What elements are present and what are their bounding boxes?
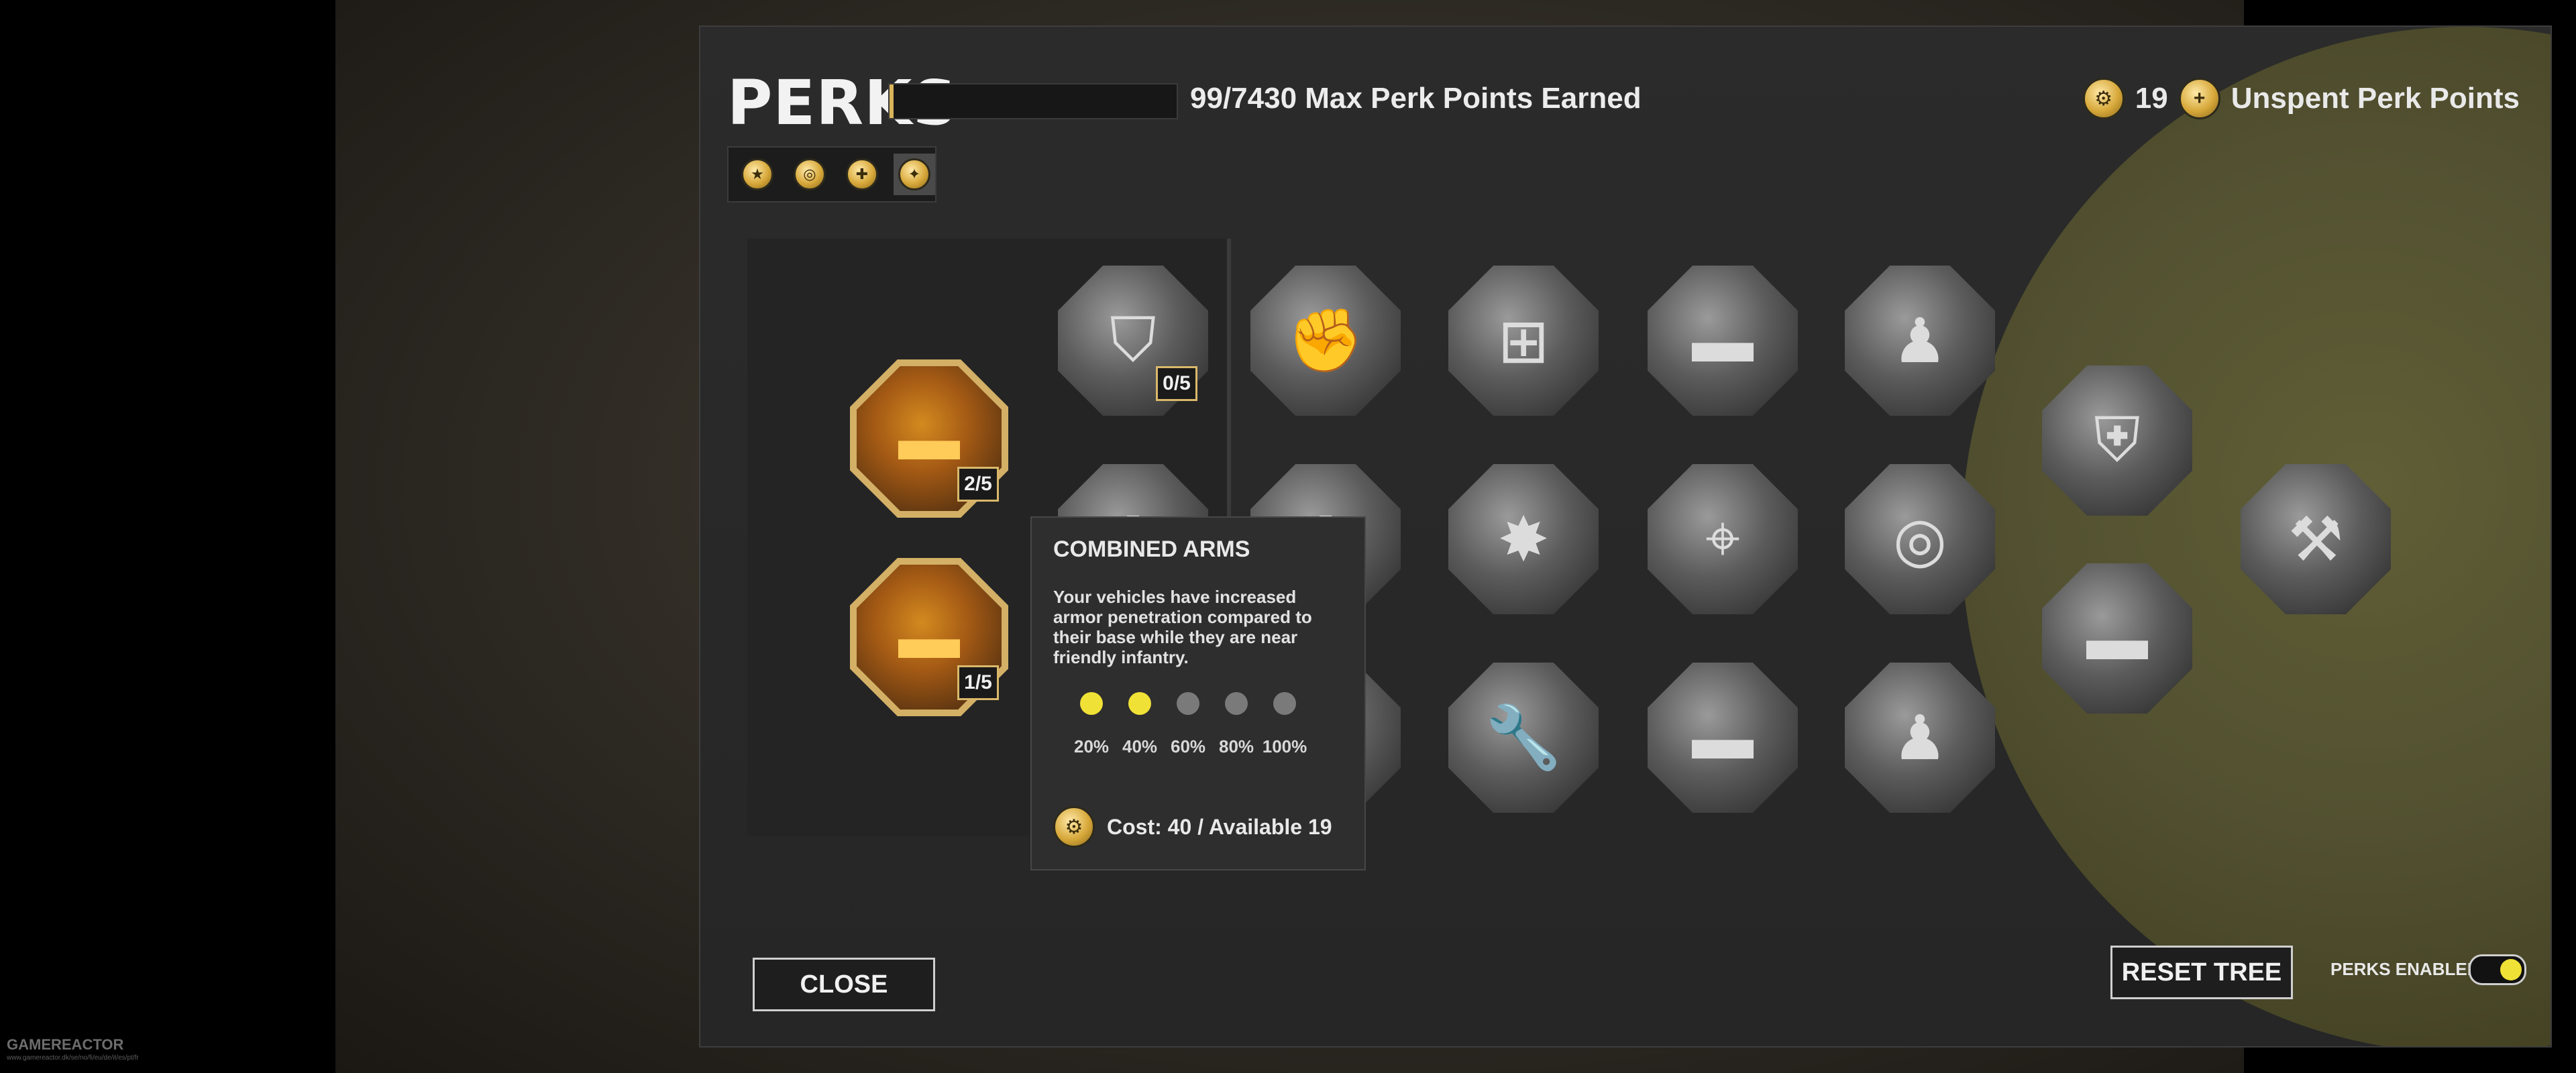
perk-progress-text: 99/7430 Max Perk Points Earned <box>1190 82 1642 115</box>
perks-panel: PERKS 99/7430 Max Perk Points Earned ⚙ 1… <box>699 25 2552 1048</box>
perk-levels: 20% 40% 60% 80% 100% <box>1074 692 1307 757</box>
tank-crosshair-icon[interactable]: ▬ <box>1648 663 1798 813</box>
perk-level-3: 60% <box>1171 692 1205 757</box>
unspent-coin-icon: + <box>2178 78 2220 119</box>
level-dot-empty <box>1177 692 1199 715</box>
perk-level-4: 80% <box>1219 692 1254 757</box>
perk-point-coin-icon: ⚙ <box>2082 78 2125 119</box>
level-label: 80% <box>1218 736 1254 756</box>
explosion-tank-icon[interactable]: ✸ <box>1448 464 1599 614</box>
watermark-url: www.gamereactor.dk/se/no/fi/eu/de/it/es/… <box>7 1054 139 1062</box>
perk-level-2: 40% <box>1122 692 1157 757</box>
perk-progress-fill <box>890 84 894 118</box>
tooltip-description: Your vehicles have increased armor penet… <box>1053 587 1312 667</box>
perk-category-tabs: ★ ◎ ✚ ✦ <box>727 146 936 203</box>
soldier-clock-icon[interactable]: ♟ <box>1845 663 1995 813</box>
perks-enabled-label: PERKS ENABLED <box>2330 959 2480 979</box>
cost-coin-icon: ⚙ <box>1053 806 1095 848</box>
perk-level-5: 100% <box>1263 692 1307 757</box>
gold-star-medal-icon: ★ <box>741 158 773 190</box>
tooltip-cost: ⚙ Cost: 40 / Available 19 <box>1053 806 1332 848</box>
perk-rank-badge: 0/5 <box>1156 366 1197 401</box>
level-label: 100% <box>1262 736 1307 756</box>
level-dot-empty <box>1225 692 1248 715</box>
perks-enabled-toggle[interactable] <box>2469 954 2526 985</box>
reset-tree-button[interactable]: RESET TREE <box>2110 946 2293 999</box>
perk-rank-badge: 1/5 <box>957 665 999 700</box>
perk-tab-1[interactable]: ★ <box>737 154 778 195</box>
fist-plus-icon[interactable]: ✊ <box>1250 266 1401 416</box>
toggle-knob <box>2500 959 2522 980</box>
cost-text: Cost: 40 / Available 19 <box>1107 814 1332 839</box>
perk-rank-badge: 2/5 <box>957 467 999 502</box>
gold-emblem-medal-icon: ✦ <box>898 158 930 190</box>
level-label: 40% <box>1122 736 1158 756</box>
watermark: GAMEREACTOR www.gamereactor.dk/se/no/fi/… <box>7 1036 139 1065</box>
tank-up-area-icon[interactable]: ▬ <box>2042 563 2192 714</box>
watermark-brand: GAMEREACTOR <box>7 1036 124 1053</box>
close-button[interactable]: CLOSE <box>753 958 935 1011</box>
unspent-label: Unspent Perk Points <box>2231 82 2520 115</box>
level-label: 20% <box>1073 736 1110 756</box>
level-dot-filled <box>1128 692 1151 715</box>
tooltip-title: COMBINED ARMS <box>1053 536 1250 562</box>
perk-points-value: 19 <box>2135 82 2168 115</box>
perk-tab-3[interactable]: ✚ <box>841 154 883 195</box>
soldier-crosshair-icon[interactable]: ⌖ <box>1648 464 1798 614</box>
perk-tooltip: COMBINED ARMS Your vehicles have increas… <box>1030 516 1366 870</box>
level-label: 60% <box>1170 736 1206 756</box>
perk-progress-bar <box>888 83 1178 119</box>
crosshair-speed-up-icon[interactable]: ◎ <box>1845 464 1995 614</box>
soldier-up-icon[interactable]: ♟ <box>1845 266 1995 416</box>
game-background: PERKS 99/7430 Max Perk Points Earned ⚙ 1… <box>335 0 2552 1073</box>
perk-tab-2[interactable]: ◎ <box>789 154 830 195</box>
wrench-shield-icon[interactable]: 🔧 <box>1448 663 1599 813</box>
perk-tab-4[interactable]: ✦ <box>894 154 935 195</box>
medkit-crate-down-icon[interactable]: ⊞ <box>1448 266 1599 416</box>
tank-speed-icon[interactable]: ▬ <box>1648 266 1798 416</box>
iron-cross-medal-icon: ✚ <box>846 158 878 190</box>
weapons-bundle-icon[interactable]: ⚒ <box>2241 464 2391 614</box>
machine-gun-shield-icon[interactable]: ⛨ <box>2042 365 2192 516</box>
level-dot-filled <box>1080 692 1103 715</box>
perk-level-1: 20% <box>1074 692 1109 757</box>
level-dot-empty <box>1273 692 1296 715</box>
unspent-points: ⚙ 19 + Unspent Perk Points <box>2082 78 2520 119</box>
ring-medal-icon: ◎ <box>794 158 826 190</box>
